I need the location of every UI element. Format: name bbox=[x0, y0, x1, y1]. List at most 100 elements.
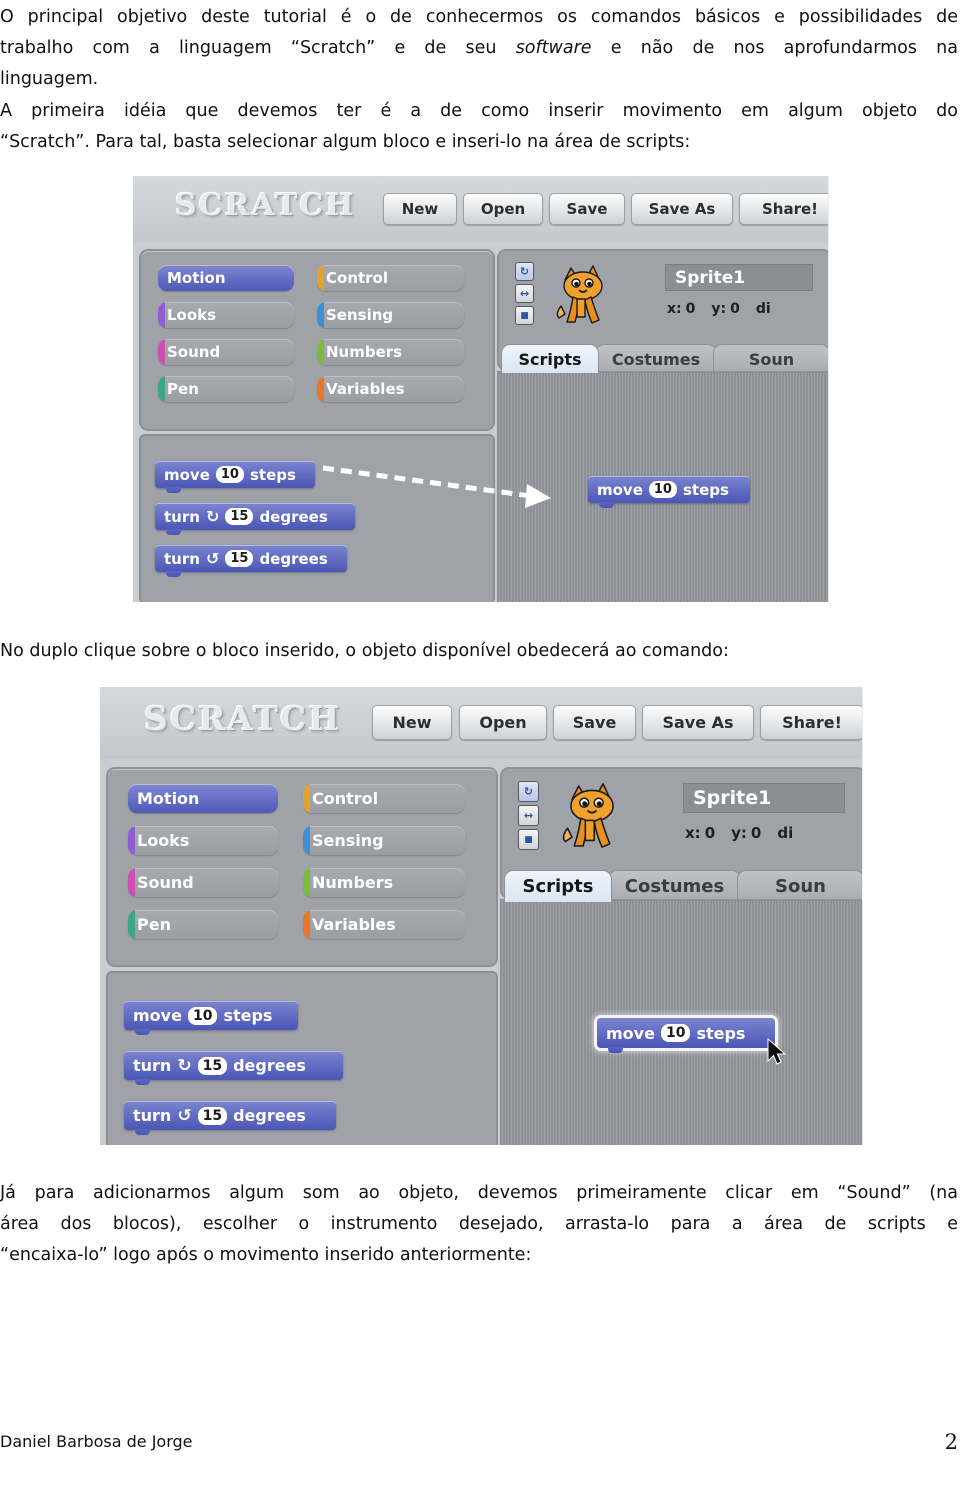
palette-block-turn-right-value[interactable]: 15 bbox=[225, 508, 254, 525]
paragraph-add-sound-line-3: “encaixa-lo” logo após o movimento inser… bbox=[0, 1245, 532, 1265]
sprite-coordinates: x: 0 y: 0 di bbox=[685, 824, 809, 842]
category-label-numbers: Numbers bbox=[312, 873, 394, 892]
script-block-move-suffix: steps bbox=[696, 1023, 746, 1043]
sprite-thumbnail-cat[interactable] bbox=[552, 779, 632, 853]
palette-block-turn-right-suffix: degrees bbox=[233, 1056, 306, 1075]
palette-block-move-suffix: steps bbox=[223, 1006, 273, 1025]
toolbar-button-open[interactable]: Open bbox=[463, 193, 543, 225]
category-button-sound[interactable]: Sound bbox=[128, 868, 278, 897]
toolbar-button-save-as[interactable]: Save As bbox=[631, 193, 733, 225]
drag-direction-arrow-icon bbox=[322, 465, 551, 508]
toolbar-button-save-as[interactable]: Save As bbox=[642, 705, 754, 740]
category-label-numbers: Numbers bbox=[326, 343, 403, 361]
rotation-style-flip-button[interactable]: ↔ bbox=[515, 284, 534, 303]
category-button-motion[interactable]: Motion bbox=[158, 265, 294, 291]
tab-sounds[interactable]: Soun bbox=[713, 344, 828, 373]
paragraph-first-idea: A primeira idéia que devemos ter é a de … bbox=[0, 96, 958, 158]
category-button-variables[interactable]: Variables bbox=[317, 376, 464, 402]
category-chip-sensing bbox=[303, 826, 310, 855]
script-block-move-suffix: steps bbox=[682, 480, 729, 499]
tab-costumes[interactable]: Costumes bbox=[595, 344, 717, 373]
palette-block-turn-right-value[interactable]: 15 bbox=[197, 1056, 228, 1075]
paragraph-first-idea-line-1: A primeira idéia que devemos ter é a de … bbox=[0, 101, 958, 121]
category-label-looks: Looks bbox=[137, 831, 190, 850]
category-chip-sensing bbox=[317, 302, 324, 328]
paragraph-intro-line-3: linguagem. bbox=[0, 69, 99, 89]
palette-block-turn-left[interactable]: turn ↺ 15 degrees bbox=[155, 545, 347, 577]
palette-block-turn-left-value[interactable]: 15 bbox=[197, 1106, 228, 1125]
rotation-style-none-button[interactable]: ■ bbox=[518, 829, 539, 850]
category-chip-variables bbox=[303, 910, 310, 939]
toolbar-button-open[interactable]: Open bbox=[459, 705, 547, 740]
category-chip-sound bbox=[128, 868, 135, 897]
paragraph-intro: O principal objetivo deste tutorial é o … bbox=[0, 2, 958, 95]
category-button-looks[interactable]: Looks bbox=[128, 826, 278, 855]
category-chip-control bbox=[303, 784, 310, 813]
category-label-control: Control bbox=[312, 789, 379, 808]
sprite-y-value: 0 bbox=[730, 301, 740, 317]
script-block-move-value[interactable]: 10 bbox=[648, 481, 677, 498]
toolbar-button-save[interactable]: Save bbox=[553, 705, 636, 740]
tab-sounds[interactable]: Soun bbox=[737, 870, 862, 902]
category-chip-control bbox=[317, 265, 324, 291]
category-button-pen[interactable]: Pen bbox=[128, 910, 278, 939]
paragraph-add-sound-line-2: área dos blocos), escolher o instrumento… bbox=[0, 1214, 958, 1234]
sprite-direction-label: di bbox=[777, 824, 794, 842]
sprite-name-field[interactable]: Sprite1 bbox=[683, 783, 845, 813]
paragraph-intro-line-2-a: trabalho com a linguagem “Scratch” e de … bbox=[0, 38, 516, 58]
script-block-move[interactable]: move 10 steps bbox=[588, 476, 750, 508]
category-label-pen: Pen bbox=[137, 915, 171, 934]
category-button-control[interactable]: Control bbox=[317, 265, 464, 291]
toolbar-button-share[interactable]: Share! bbox=[739, 193, 828, 225]
script-block-move-prefix: move bbox=[606, 1023, 655, 1043]
palette-block-move[interactable]: move 10 steps bbox=[155, 461, 315, 493]
paragraph-first-idea-line-2: “Scratch”. Para tal, basta selecionar al… bbox=[0, 132, 691, 152]
tab-scripts[interactable]: Scripts bbox=[504, 870, 612, 902]
category-chip-numbers bbox=[317, 339, 324, 365]
category-label-sensing: Sensing bbox=[312, 831, 384, 850]
category-button-control[interactable]: Control bbox=[303, 784, 465, 813]
rotation-style-flip-button[interactable]: ↔ bbox=[518, 805, 539, 826]
sprite-name-field[interactable]: Sprite1 bbox=[665, 264, 813, 291]
category-button-pen[interactable]: Pen bbox=[158, 376, 294, 402]
category-button-numbers[interactable]: Numbers bbox=[303, 868, 465, 897]
turn-clockwise-icon: ↻ bbox=[205, 507, 220, 526]
script-block-move-value[interactable]: 10 bbox=[660, 1024, 691, 1042]
script-block-move-selected[interactable]: move 10 steps bbox=[597, 1018, 775, 1053]
rotation-style-none-button[interactable]: ■ bbox=[515, 306, 534, 325]
category-button-numbers[interactable]: Numbers bbox=[317, 339, 464, 365]
category-button-variables[interactable]: Variables bbox=[303, 910, 465, 939]
category-chip-sound bbox=[158, 339, 165, 365]
palette-block-move-value[interactable]: 10 bbox=[187, 1006, 218, 1025]
toolbar-button-share[interactable]: Share! bbox=[760, 705, 862, 740]
block-notch bbox=[166, 487, 181, 493]
toolbar-button-new[interactable]: New bbox=[372, 705, 452, 740]
category-label-control: Control bbox=[326, 269, 389, 287]
palette-block-move-value[interactable]: 10 bbox=[215, 466, 244, 483]
category-button-sensing[interactable]: Sensing bbox=[317, 302, 464, 328]
category-button-looks[interactable]: Looks bbox=[158, 302, 294, 328]
tab-scripts[interactable]: Scripts bbox=[501, 344, 599, 373]
palette-block-turn-right[interactable]: turn ↻ 15 degrees bbox=[124, 1051, 343, 1085]
toolbar-button-new[interactable]: New bbox=[383, 193, 457, 225]
palette-block-move[interactable]: move 10 steps bbox=[124, 1001, 298, 1035]
block-notch bbox=[166, 529, 181, 535]
category-button-sensing[interactable]: Sensing bbox=[303, 826, 465, 855]
rotation-style-rotate-button[interactable]: ↻ bbox=[518, 781, 539, 802]
palette-block-turn-left-value[interactable]: 15 bbox=[225, 550, 254, 567]
rotation-style-rotate-button[interactable]: ↻ bbox=[515, 262, 534, 281]
block-notch bbox=[135, 1129, 150, 1135]
category-button-motion[interactable]: Motion bbox=[128, 784, 278, 813]
tab-costumes[interactable]: Costumes bbox=[608, 870, 741, 902]
palette-block-turn-left-suffix: degrees bbox=[233, 1106, 306, 1125]
sprite-y-label: y: bbox=[711, 301, 727, 317]
sprite-y-value: 0 bbox=[750, 824, 762, 842]
block-notch bbox=[135, 1079, 150, 1085]
paragraph-intro-line-2-b: e não de nos aprofundarmos na bbox=[591, 38, 958, 58]
sprite-thumbnail-cat[interactable] bbox=[547, 262, 619, 328]
toolbar-button-save[interactable]: Save bbox=[549, 193, 625, 225]
scratch-screenshot-insert-block: SCRATCH New Open Save Save As Share! Mot… bbox=[133, 176, 829, 602]
palette-block-turn-left[interactable]: turn ↺ 15 degrees bbox=[124, 1101, 336, 1135]
category-button-sound[interactable]: Sound bbox=[158, 339, 294, 365]
paragraph-intro-line-1: O principal objetivo deste tutorial é o … bbox=[0, 7, 958, 27]
